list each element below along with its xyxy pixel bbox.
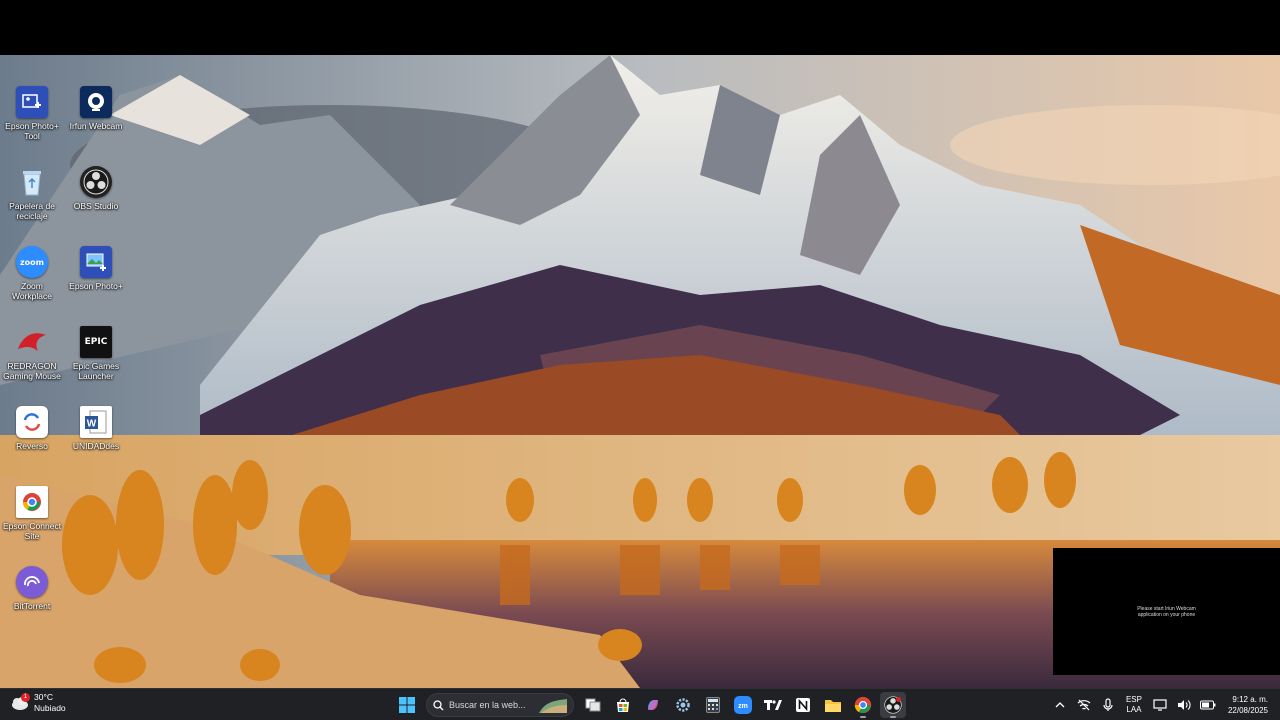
desktop-icon-epic-games[interactable]: EPIC Epic Games Launcher bbox=[64, 326, 128, 381]
desktop-icon-obs-studio[interactable]: OBS Studio bbox=[64, 166, 128, 211]
desktop-icon-label: Papelera de reciclaje bbox=[9, 201, 55, 221]
webcam-preview-window[interactable]: Please start Iriun Webcam application on… bbox=[1053, 548, 1280, 675]
notion-icon bbox=[796, 698, 810, 712]
top-black-bar bbox=[0, 0, 1280, 55]
desktop-icon-label: BitTorrent bbox=[13, 601, 51, 611]
weather-temperature: 30°C bbox=[34, 692, 53, 702]
copilot-button[interactable] bbox=[640, 692, 666, 718]
gear-icon bbox=[676, 698, 690, 712]
zoom-button[interactable]: zm bbox=[730, 692, 756, 718]
desktop-icon-label: Epson Photo+ bbox=[69, 281, 123, 291]
microphone-icon bbox=[1103, 698, 1113, 711]
redragon-icon bbox=[16, 326, 48, 358]
desktop-icon-label: UNIDADdes bbox=[72, 441, 120, 451]
desktop-icon-epson-photo[interactable]: Epson Photo+ bbox=[64, 246, 128, 291]
chrome-shortcut-icon bbox=[16, 486, 48, 518]
chrome-button[interactable] bbox=[850, 692, 876, 718]
store-button[interactable] bbox=[610, 692, 636, 718]
cloud-icon: 1 bbox=[10, 693, 30, 711]
desktop-icon-label: REDRAGON Gaming Mouse bbox=[3, 361, 61, 381]
epic-games-icon: EPIC bbox=[80, 326, 112, 358]
desktop-icon-label: Zoom Workplace bbox=[12, 281, 52, 301]
desktop-screen: Epson Photo+ Tool Papelera de reciclaje … bbox=[0, 0, 1280, 720]
calculator-icon bbox=[706, 697, 720, 713]
clock-time: 9:12 a. m. bbox=[1232, 695, 1268, 704]
desktop-icon-label: Irfun Webcam bbox=[69, 121, 123, 131]
windows-logo-icon bbox=[399, 697, 415, 713]
recycle-bin-icon bbox=[16, 166, 48, 198]
weather-widget[interactable]: 1 30°C Nubiado bbox=[10, 692, 66, 714]
chevron-up-icon bbox=[1055, 702, 1065, 708]
weather-badge: 1 bbox=[21, 693, 30, 702]
desktop-icon-label: Reverso bbox=[16, 441, 48, 451]
tradingview-button[interactable] bbox=[760, 692, 786, 718]
tray-display[interactable] bbox=[1150, 695, 1170, 715]
network-disconnected-icon bbox=[1077, 699, 1091, 711]
desktop-icon-bittorrent[interactable]: BitTorrent bbox=[0, 566, 64, 611]
chrome-icon bbox=[854, 696, 872, 714]
svg-text:zm: zm bbox=[738, 703, 748, 710]
desktop-icon-unidades-document[interactable]: W UNIDADdes bbox=[64, 406, 128, 451]
desktop-icon-reverso[interactable]: Reverso bbox=[0, 406, 64, 451]
desktop-icon-epson-connect-site[interactable]: Epson Connect Site bbox=[0, 486, 64, 541]
speaker-icon bbox=[1177, 700, 1191, 710]
start-button[interactable] bbox=[394, 692, 420, 718]
taskbar-clock[interactable]: 9:12 a. m. 22/08/2025 bbox=[1228, 694, 1268, 716]
settings-button[interactable] bbox=[670, 692, 696, 718]
bittorrent-icon bbox=[16, 566, 48, 598]
task-view-button[interactable] bbox=[580, 692, 606, 718]
word-document-icon: W bbox=[80, 406, 112, 438]
epson-photo-icon bbox=[80, 246, 112, 278]
reverso-icon bbox=[16, 406, 48, 438]
obs-studio-icon bbox=[884, 696, 902, 714]
zoom-icon: zm bbox=[734, 696, 752, 714]
desktop-icon-label: Epson Photo+ Tool bbox=[5, 121, 59, 141]
tray-network-status[interactable] bbox=[1074, 695, 1094, 715]
tray-volume[interactable] bbox=[1174, 695, 1194, 715]
desktop-icon-iriun-webcam[interactable]: Irfun Webcam bbox=[64, 86, 128, 131]
folder-icon bbox=[825, 699, 841, 712]
zoom-icon: zoom bbox=[16, 246, 48, 278]
webcam-preview-message: Please start Iriun Webcam application on… bbox=[1137, 605, 1196, 618]
tradingview-icon bbox=[764, 700, 782, 710]
show-hidden-icons-button[interactable] bbox=[1050, 695, 1070, 715]
epson-photo-tool-icon bbox=[16, 86, 48, 118]
desktop-icon-redragon[interactable]: REDRAGON Gaming Mouse bbox=[0, 326, 64, 381]
obs-button[interactable] bbox=[880, 692, 906, 718]
file-explorer-button[interactable] bbox=[820, 692, 846, 718]
task-view-icon bbox=[585, 698, 601, 712]
desktop-icon-label: Epson Connect Site bbox=[2, 521, 62, 541]
tray-battery[interactable] bbox=[1198, 695, 1218, 715]
microsoft-store-icon bbox=[617, 698, 629, 712]
desktop-icon-zoom-workplace[interactable]: zoom Zoom Workplace bbox=[0, 246, 64, 301]
copilot-icon bbox=[648, 700, 658, 710]
taskbar-center: zm bbox=[392, 692, 908, 718]
desktop-icon-label: OBS Studio bbox=[73, 201, 119, 211]
battery-icon bbox=[1199, 700, 1216, 710]
svg-text:W: W bbox=[87, 419, 97, 430]
desktop-icon-epson-photo-tool[interactable]: Epson Photo+ Tool bbox=[0, 86, 64, 141]
desktop-icon-label: Epic Games Launcher bbox=[72, 361, 120, 381]
system-tray: ESP LAA 9:12 a. m. 22/08/2025 bbox=[1048, 689, 1280, 720]
taskbar-search[interactable] bbox=[426, 693, 574, 717]
clock-date: 22/08/2025 bbox=[1227, 706, 1268, 715]
tray-microphone[interactable] bbox=[1098, 695, 1118, 715]
language-indicator[interactable]: ESP LAA bbox=[1126, 695, 1142, 715]
desktop-icon-recycle-bin[interactable]: Papelera de reciclaje bbox=[0, 166, 64, 221]
search-icon bbox=[433, 699, 444, 710]
search-highlight-icon bbox=[539, 699, 567, 713]
search-input[interactable] bbox=[449, 700, 545, 710]
obs-studio-icon bbox=[80, 166, 112, 198]
weather-condition: Nubiado bbox=[34, 703, 66, 713]
taskbar: 1 30°C Nubiado Buscar en la web... zm ES… bbox=[0, 688, 1280, 720]
notion-button[interactable] bbox=[790, 692, 816, 718]
calculator-button[interactable] bbox=[700, 692, 726, 718]
monitor-icon bbox=[1153, 699, 1167, 711]
webcam-icon bbox=[80, 86, 112, 118]
